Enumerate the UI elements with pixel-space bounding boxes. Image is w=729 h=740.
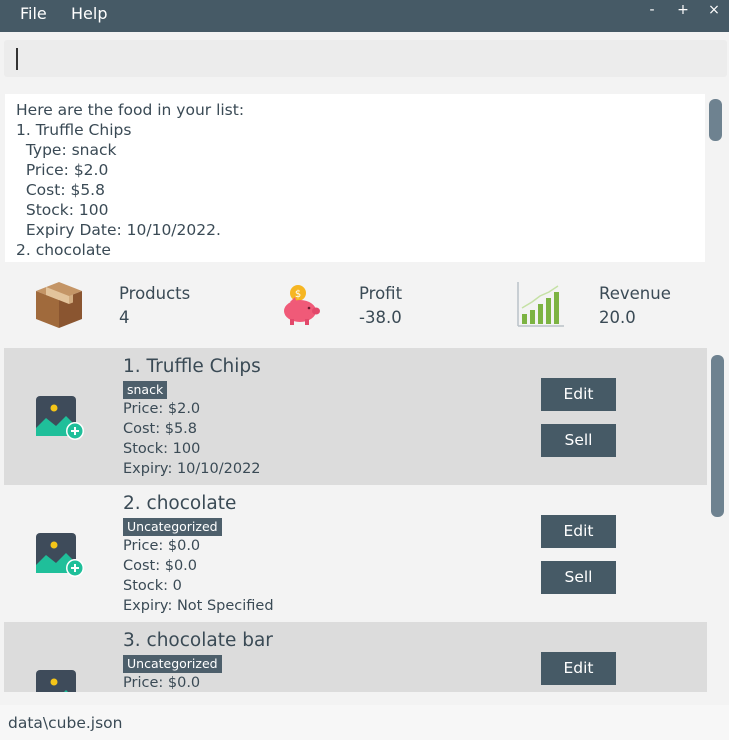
product-stock: Stock: 100: [123, 441, 201, 457]
product-card[interactable]: 2. chocolate Uncategorized Price: $0.0 C…: [4, 485, 707, 622]
product-stock: Stock: 0: [123, 578, 182, 594]
result-display: Here are the food in your list: 1. Truff…: [5, 94, 705, 262]
maximize-button[interactable]: +: [673, 2, 693, 18]
product-expiry: Expiry: Not Specified: [123, 598, 274, 614]
edit-button[interactable]: Edit: [541, 652, 616, 685]
product-price: Price: $0.0: [123, 675, 201, 691]
category-tag: Uncategorized: [123, 518, 222, 536]
product-expiry: Expiry: 10/10/2022: [123, 461, 261, 477]
category-tag: snack: [123, 381, 168, 399]
command-input[interactable]: [4, 40, 727, 77]
menu-file[interactable]: File: [20, 4, 47, 23]
menu-bar: File Help - + ×: [0, 0, 729, 32]
product-cost: Cost: $5.8: [123, 421, 198, 437]
product-price: Price: $0.0: [123, 538, 201, 554]
product-card[interactable]: 1. Truffle Chips snack Price: $2.0 Cost:…: [4, 348, 707, 485]
result-scrollbar-thumb[interactable]: [709, 99, 722, 141]
revenue-value: 20.0: [599, 308, 636, 327]
add-image-icon[interactable]: [36, 396, 84, 442]
bar-chart-icon: [517, 282, 564, 327]
product-title: 3. chocolate bar: [123, 630, 273, 651]
add-image-icon[interactable]: [36, 533, 84, 579]
products-value: 4: [119, 308, 130, 327]
product-price: Price: $2.0: [123, 401, 201, 417]
profit-value: -38.0: [359, 308, 402, 327]
close-button[interactable]: ×: [704, 2, 724, 18]
text-caret: [16, 48, 18, 70]
revenue-label: Revenue: [599, 284, 671, 303]
product-card[interactable]: 3. chocolate bar Uncategorized Price: $0…: [4, 622, 707, 692]
menu-help[interactable]: Help: [71, 4, 107, 23]
status-bar: data\cube.json: [0, 705, 729, 740]
category-tag: Uncategorized: [123, 655, 222, 673]
list-scrollbar-thumb[interactable]: [711, 355, 724, 517]
minimize-button[interactable]: -: [642, 2, 662, 18]
box-icon: [36, 282, 82, 328]
profit-label: Profit: [359, 284, 403, 303]
piggy-bank-icon: $: [284, 285, 320, 325]
product-title: 1. Truffle Chips: [123, 356, 261, 377]
product-title: 2. chocolate: [123, 493, 237, 514]
edit-button[interactable]: Edit: [541, 515, 616, 548]
svg-text:$: $: [295, 289, 301, 300]
edit-button[interactable]: Edit: [541, 378, 616, 411]
product-list: 1. Truffle Chips snack Price: $2.0 Cost:…: [4, 348, 707, 692]
sell-button[interactable]: Sell: [541, 561, 616, 594]
sell-button[interactable]: Sell: [541, 424, 616, 457]
products-label: Products: [119, 284, 191, 303]
result-text: Here are the food in your list: 1. Truff…: [16, 101, 245, 259]
product-cost: Cost: $0.0: [123, 558, 198, 574]
stats-bar: Products 4 $ Profit -38.0 Revenue 20.0: [0, 264, 729, 340]
file-path: data\cube.json: [8, 714, 123, 732]
add-image-icon[interactable]: [36, 670, 84, 692]
command-box: [4, 40, 727, 77]
